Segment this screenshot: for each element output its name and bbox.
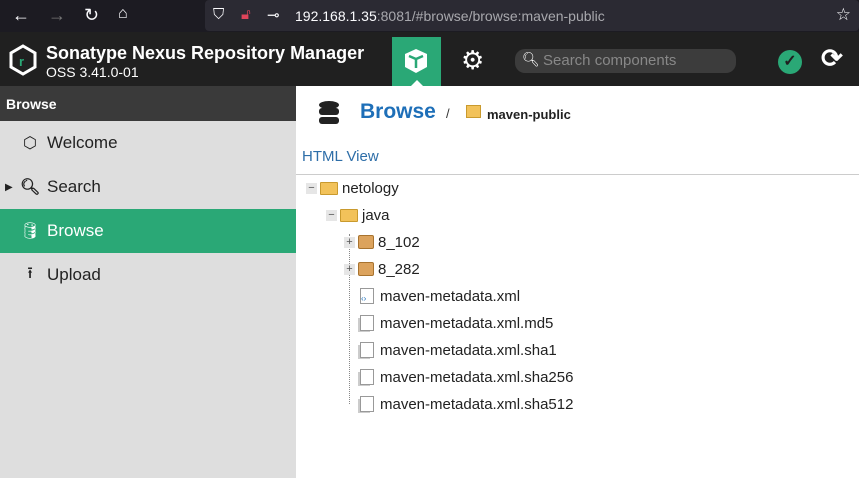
tree-node-file[interactable]: maven-metadata.xml.md5: [360, 313, 553, 333]
home-icon[interactable]: ⌂: [118, 5, 128, 23]
hexagon-icon: ⬡: [23, 135, 37, 152]
component-icon: [358, 262, 374, 276]
sidebar-item-browse[interactable]: 🛢︎ Browse: [0, 209, 296, 253]
database-icon: 🛢︎: [20, 223, 41, 240]
forward-icon[interactable]: →: [48, 5, 66, 26]
app-header: r Sonatype Nexus Repository Manager OSS …: [0, 32, 859, 86]
app-title: Sonatype Nexus Repository Manager: [46, 43, 365, 63]
collapse-icon[interactable]: −: [306, 182, 317, 194]
search-input[interactable]: 🔍︎ Search components: [515, 49, 736, 73]
folder-open-icon: [320, 181, 338, 195]
page-title[interactable]: Browse: [360, 100, 436, 124]
reload-icon[interactable]: ↻: [84, 5, 99, 26]
expand-icon[interactable]: +: [344, 263, 355, 275]
file-icon: [360, 315, 374, 331]
breadcrumb-repository: maven-public: [487, 107, 571, 122]
tree-node-component[interactable]: +8_102: [344, 232, 420, 252]
tree-node-netology[interactable]: − netology: [306, 178, 399, 198]
nexus-logo-icon: r: [9, 44, 37, 76]
key-icon[interactable]: ⊸: [267, 6, 280, 24]
main-panel: Browse / maven-public HTML View − netolog…: [296, 86, 859, 478]
refresh-icon[interactable]: ⟳: [821, 43, 843, 74]
expand-icon[interactable]: +: [344, 236, 355, 248]
component-icon: [358, 235, 374, 249]
tree-node-file[interactable]: maven-metadata.xml.sha256: [360, 367, 573, 387]
xml-file-icon: ‹›: [360, 288, 374, 304]
expand-arrow-icon[interactable]: ▶: [5, 182, 13, 193]
bookmark-star-icon[interactable]: ☆: [836, 5, 851, 25]
sidebar-item-search[interactable]: ▶ 🔍︎ Search: [0, 165, 296, 209]
sidebar: Browse ⬡ Welcome ▶ 🔍︎ Search 🛢︎ Browse ⭱ Uplo…: [0, 86, 296, 478]
back-icon[interactable]: ←: [12, 5, 30, 26]
app-version: OSS 3.41.0-01: [46, 64, 139, 80]
sidebar-item-upload[interactable]: ⭱ Upload: [0, 253, 296, 297]
upload-icon: ⭱: [27, 264, 33, 282]
file-icon: [360, 342, 374, 358]
folder-open-icon: [340, 208, 358, 222]
sidebar-item-welcome[interactable]: ⬡ Welcome: [0, 121, 296, 165]
address-bar[interactable]: ⛉ 🔓︎ ⊸ 192.168.1.35:8081/#browse/browse:…: [205, 0, 859, 31]
sidebar-title: Browse: [0, 86, 296, 121]
status-ok-icon[interactable]: ✓: [778, 50, 802, 74]
tree-node-java[interactable]: − java: [326, 205, 390, 225]
collapse-icon[interactable]: −: [326, 209, 337, 221]
gear-icon[interactable]: ⚙: [461, 45, 484, 76]
breadcrumb-separator: /: [446, 106, 450, 121]
database-icon: [319, 101, 339, 124]
tree-node-file[interactable]: ‹› maven-metadata.xml: [360, 286, 520, 306]
insecure-lock-icon[interactable]: 🔓︎: [241, 6, 251, 23]
file-icon: [360, 369, 374, 385]
search-icon: 🔍︎: [20, 179, 41, 196]
repository-icon: [466, 105, 481, 118]
shield-icon[interactable]: ⛉: [213, 6, 224, 23]
html-view-link[interactable]: HTML View: [302, 148, 379, 165]
cube-icon: [405, 49, 427, 73]
divider: [296, 174, 859, 175]
tree-node-file[interactable]: maven-metadata.xml.sha512: [360, 394, 573, 414]
url-host: 192.168.1.35: [295, 8, 377, 24]
url-path: :8081/#browse/browse:maven-public: [376, 8, 605, 24]
tree-node-file[interactable]: maven-metadata.xml.sha1: [360, 340, 557, 360]
svg-text:r: r: [19, 54, 24, 69]
file-icon: [360, 396, 374, 412]
browser-toolbar: ← → ↻ ⌂ ⛉ 🔓︎ ⊸ 192.168.1.35:8081/#browse…: [0, 0, 859, 32]
browse-mode-button[interactable]: [392, 37, 441, 86]
tree-node-component[interactable]: +8_282: [344, 259, 420, 279]
search-icon: 🔍︎: [522, 51, 540, 67]
